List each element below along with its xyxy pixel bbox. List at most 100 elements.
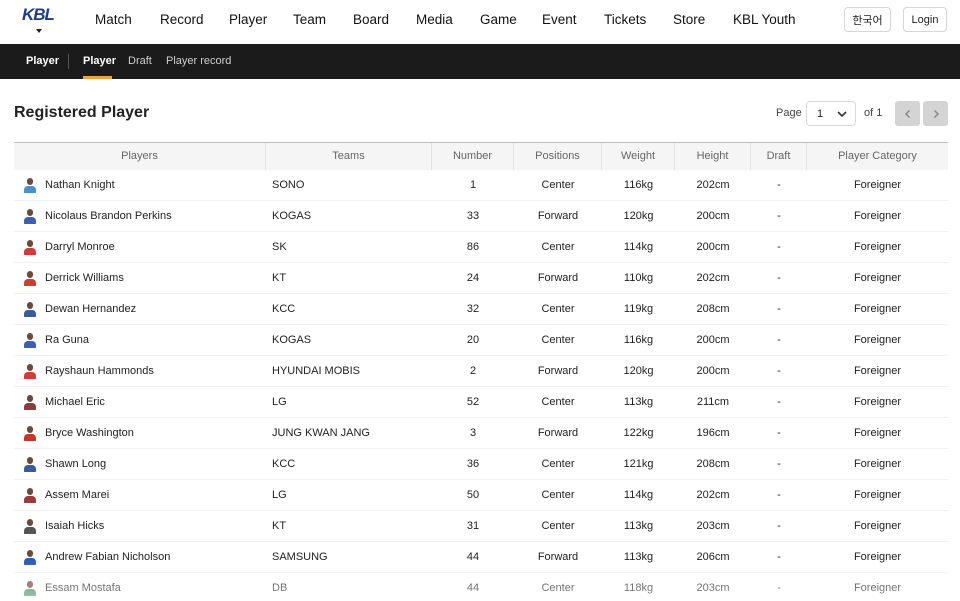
page-select[interactable]: 1 bbox=[806, 101, 856, 126]
cell-player-name[interactable]: Isaiah Hicks bbox=[45, 511, 265, 542]
menu-item-store[interactable]: Store bbox=[673, 12, 705, 27]
cell-number: 2 bbox=[469, 365, 477, 377]
column-header-draft[interactable]: Draft bbox=[751, 143, 807, 170]
avatar-head bbox=[27, 550, 33, 557]
tab-player-record[interactable]: Player record bbox=[166, 55, 231, 67]
login-button[interactable]: Login bbox=[903, 7, 947, 32]
cell-number: 24 bbox=[466, 272, 480, 284]
table-row[interactable]: Assem Marei LG 50 Center 114kg 202cm - Foreigne… bbox=[14, 480, 948, 511]
menu-item-kbl-youth[interactable]: KBL Youth bbox=[733, 12, 796, 27]
menu-item-record[interactable]: Record bbox=[160, 12, 204, 27]
cell-team: DB bbox=[272, 582, 288, 594]
cell-player-name[interactable]: Rayshaun Hammonds bbox=[45, 356, 265, 387]
cell-player-name[interactable]: Dewan Hernandez bbox=[45, 294, 265, 325]
avatar-head bbox=[27, 364, 33, 371]
cell-weight: 113kg bbox=[623, 551, 654, 563]
cell-player-name[interactable]: Essam Mostafa bbox=[45, 573, 265, 601]
menu-item-match[interactable]: Match bbox=[95, 12, 132, 27]
cell-player-name[interactable]: Ra Guna bbox=[45, 325, 265, 356]
cell-number: 44 bbox=[466, 551, 480, 563]
cell-height: 203cm bbox=[696, 520, 730, 532]
cell-draft: - bbox=[777, 582, 781, 594]
player-avatar bbox=[22, 270, 38, 286]
cell-position: Center bbox=[541, 334, 575, 346]
menu-item-event[interactable]: Event bbox=[542, 12, 577, 27]
avatar-jersey bbox=[24, 496, 36, 503]
menu-item-board[interactable]: Board bbox=[353, 12, 389, 27]
cell-number: 52 bbox=[466, 396, 480, 408]
avatar-jersey bbox=[24, 527, 36, 534]
cell-draft: - bbox=[777, 303, 781, 315]
avatar-jersey bbox=[24, 589, 36, 596]
cell-category: Foreigner bbox=[853, 272, 902, 284]
tab-player[interactable]: Player bbox=[83, 55, 116, 67]
cell-draft: - bbox=[777, 179, 781, 191]
cell-height: 200cm bbox=[696, 210, 730, 222]
table-row[interactable]: Isaiah Hicks KT 31 Center 113kg 203cm - Foreign… bbox=[14, 511, 948, 542]
avatar-head bbox=[27, 395, 33, 402]
table-row[interactable]: Dewan Hernandez KCC 32 Center 119kg 208cm - For… bbox=[14, 294, 948, 325]
column-header-height[interactable]: Height bbox=[675, 143, 751, 170]
cell-height: 208cm bbox=[696, 458, 730, 470]
table-row[interactable]: Michael Eric LG 52 Center 113kg 211cm - Foreign… bbox=[14, 387, 948, 418]
table-row[interactable]: Shawn Long KCC 36 Center 121kg 208cm - Foreigne… bbox=[14, 449, 948, 480]
cell-player-name[interactable]: Derrick Williams bbox=[45, 263, 265, 294]
tab-draft[interactable]: Draft bbox=[128, 55, 152, 67]
table-row[interactable]: Ra Guna KOGAS 20 Center 116kg 200cm - Foreigner bbox=[14, 325, 948, 356]
table-row[interactable]: Nathan Knight SONO 1 Center 116kg 202cm - Forei… bbox=[14, 170, 948, 201]
column-header-weight[interactable]: Weight bbox=[602, 143, 675, 170]
cell-player-name[interactable]: Bryce Washington bbox=[45, 418, 265, 449]
menu-item-tickets[interactable]: Tickets bbox=[604, 12, 646, 27]
cell-number: 32 bbox=[466, 303, 480, 315]
avatar-head bbox=[27, 178, 33, 185]
next-page-button[interactable] bbox=[923, 101, 948, 126]
avatar-jersey bbox=[24, 217, 36, 224]
table-row[interactable]: Nicolaus Brandon Perkins KOGAS 33 Forward 12… bbox=[14, 201, 948, 232]
cell-weight: 114kg bbox=[623, 241, 654, 253]
table-row[interactable]: Derrick Williams KT 24 Forward 110kg 202cm - Fo… bbox=[14, 263, 948, 294]
table-row[interactable]: Andrew Fabian Nicholson SAMSUNG 44 Forward 1… bbox=[14, 542, 948, 573]
language-button[interactable]: 한국어 bbox=[844, 7, 891, 32]
cell-position: Forward bbox=[537, 272, 579, 284]
cell-category: Foreigner bbox=[853, 210, 902, 222]
column-header-teams[interactable]: Teams bbox=[266, 143, 432, 170]
cell-height: 200cm bbox=[696, 365, 730, 377]
column-header-players[interactable]: Players bbox=[14, 143, 266, 170]
avatar-jersey bbox=[24, 558, 36, 565]
column-header-player-category[interactable]: Player Category bbox=[807, 143, 948, 170]
cell-number: 86 bbox=[466, 241, 480, 253]
menu-item-game[interactable]: Game bbox=[480, 12, 517, 27]
cell-position: Center bbox=[541, 489, 575, 501]
cell-weight: 113kg bbox=[623, 396, 654, 408]
avatar-head bbox=[27, 209, 33, 216]
cell-weight: 122kg bbox=[623, 427, 654, 439]
cell-player-name[interactable]: Nathan Knight bbox=[45, 170, 265, 201]
table-row[interactable]: Darryl Monroe SK 86 Center 114kg 200cm - Foreig… bbox=[14, 232, 948, 263]
cell-player-name[interactable]: Nicolaus Brandon Perkins bbox=[45, 201, 265, 232]
avatar-jersey bbox=[24, 434, 36, 441]
column-header-number[interactable]: Number bbox=[432, 143, 514, 170]
player-avatar bbox=[22, 425, 38, 441]
menu-item-player[interactable]: Player bbox=[229, 12, 267, 27]
cell-team: KT bbox=[272, 520, 287, 532]
table-row[interactable]: Rayshaun Hammonds HYUNDAI MOBIS 2 Forward 12… bbox=[14, 356, 948, 387]
cell-draft: - bbox=[777, 272, 781, 284]
menu-item-media[interactable]: Media bbox=[416, 12, 453, 27]
prev-page-button[interactable] bbox=[895, 101, 920, 126]
table-row[interactable]: Essam Mostafa DB 44 Center 118kg 203cm - Foreig… bbox=[14, 573, 948, 601]
cell-draft: - bbox=[777, 241, 781, 253]
table-header: Players Teams Number Positions Weight He… bbox=[14, 142, 948, 170]
avatar-jersey bbox=[24, 310, 36, 317]
cell-draft: - bbox=[777, 334, 781, 346]
cell-player-name[interactable]: Andrew Fabian Nicholson bbox=[45, 542, 265, 573]
cell-height: 196cm bbox=[696, 427, 730, 439]
cell-player-name[interactable]: Darryl Monroe bbox=[45, 232, 265, 263]
cell-team: HYUNDAI MOBIS bbox=[272, 365, 361, 377]
menu-item-team[interactable]: Team bbox=[293, 12, 326, 27]
table-row[interactable]: Bryce Washington JUNG KWAN JANG 3 Forward 12… bbox=[14, 418, 948, 449]
column-header-positions[interactable]: Positions bbox=[514, 143, 602, 170]
cell-weight: 110kg bbox=[623, 272, 654, 284]
cell-player-name[interactable]: Shawn Long bbox=[45, 449, 265, 480]
cell-player-name[interactable]: Michael Eric bbox=[45, 387, 265, 418]
cell-player-name[interactable]: Assem Marei bbox=[45, 480, 265, 511]
